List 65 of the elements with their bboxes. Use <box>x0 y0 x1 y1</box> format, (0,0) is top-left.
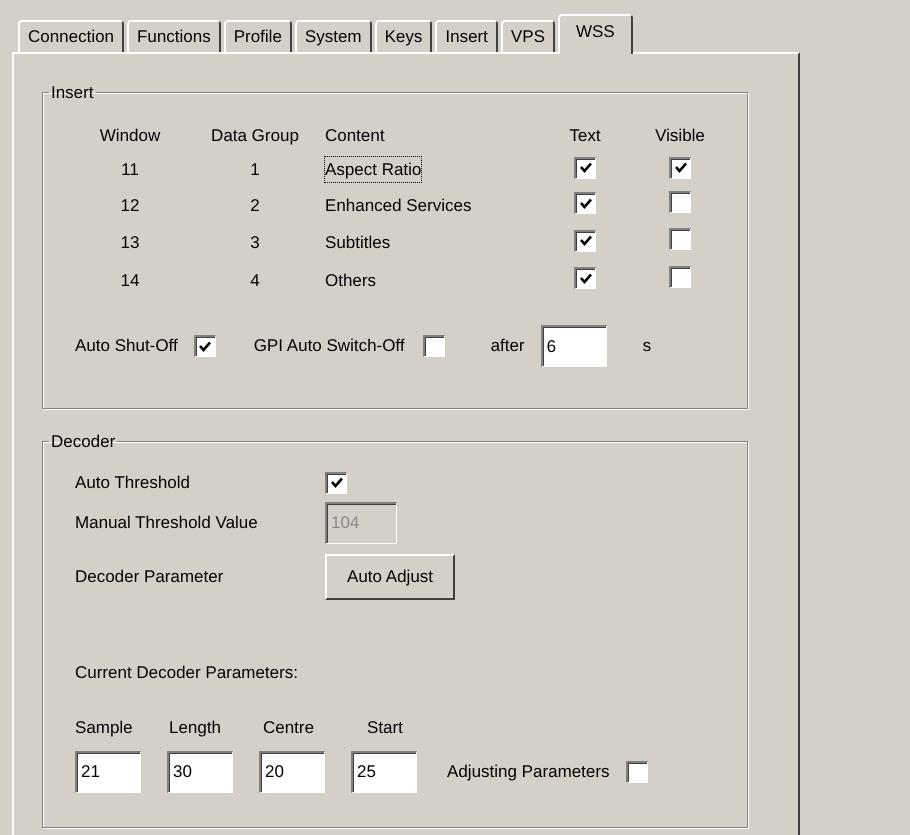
column-header: Content <box>325 125 386 147</box>
checkbox-label: Auto Threshold <box>75 472 191 494</box>
content-label: Enhanced Services <box>325 194 472 216</box>
tab[interactable]: WSS <box>558 14 633 54</box>
field-label: Manual Threshold Value <box>75 512 259 534</box>
checkbox[interactable] <box>194 335 216 357</box>
window-number: 13 <box>120 232 140 254</box>
input-field[interactable]: 20 <box>259 750 325 792</box>
input-field[interactable]: 21 <box>75 750 141 792</box>
column-header: Window <box>98 125 162 147</box>
checkbox[interactable] <box>325 472 347 494</box>
checkbox[interactable] <box>574 267 596 290</box>
check-icon <box>330 476 344 490</box>
window-number: 14 <box>120 270 140 292</box>
checkbox-label: GPI Auto Switch-Off <box>254 335 405 358</box>
tab[interactable]: Profile <box>224 20 292 52</box>
data-group-number: 4 <box>249 270 261 292</box>
field-label: Sample <box>75 717 134 739</box>
check-icon <box>578 272 592 286</box>
data-group-number: 2 <box>249 194 261 216</box>
check-icon <box>578 161 592 175</box>
content-label: Others <box>325 270 376 292</box>
column-header: Text <box>568 125 602 147</box>
checkbox[interactable] <box>626 760 648 782</box>
auto-adjust-button[interactable]: Auto Adjust <box>325 554 456 600</box>
column-header: Visible <box>654 125 706 147</box>
window-number: 11 <box>120 158 140 181</box>
checkbox[interactable] <box>669 228 691 250</box>
tab[interactable]: Insert <box>435 20 498 52</box>
data-group-number: 1 <box>249 158 261 181</box>
field-label: after <box>490 335 525 358</box>
field-label: Centre <box>263 717 316 739</box>
data-group-number: 3 <box>249 232 261 254</box>
section-label: Current Decoder Parameters: <box>75 662 298 684</box>
group-title: Insert <box>50 84 95 101</box>
check-icon <box>578 234 592 248</box>
field-label: Decoder Parameter <box>75 566 224 588</box>
check-icon <box>674 161 688 175</box>
tab[interactable]: VPS <box>500 20 555 52</box>
input-field[interactable]: 6 <box>540 325 607 367</box>
input-field[interactable]: 25 <box>351 750 417 792</box>
check-icon <box>198 340 212 354</box>
column-header: Data Group <box>210 125 300 147</box>
check-icon <box>578 196 592 211</box>
field-label: Length <box>169 717 222 739</box>
group-title: Decoder <box>50 433 116 450</box>
checkbox[interactable] <box>669 190 691 212</box>
tab[interactable]: System <box>294 20 372 52</box>
unit-label: s <box>642 335 652 358</box>
checkbox[interactable] <box>574 192 596 214</box>
field-label: Start <box>366 717 404 739</box>
tab[interactable]: Functions <box>127 20 221 52</box>
checkbox-label: Auto Shut-Off <box>75 335 178 358</box>
checkbox[interactable] <box>422 335 445 357</box>
input-field[interactable]: 30 <box>167 750 233 792</box>
content-label: Subtitles <box>325 232 390 254</box>
checkbox-label: Adjusting Parameters <box>447 760 610 783</box>
content-label: Aspect Ratio <box>325 156 422 182</box>
checkbox[interactable] <box>574 156 596 178</box>
tab[interactable]: Keys <box>374 20 432 52</box>
checkbox[interactable] <box>669 156 691 178</box>
checkbox[interactable] <box>574 230 596 252</box>
window-number: 12 <box>120 194 140 216</box>
tab[interactable]: Connection <box>18 20 124 52</box>
checkbox[interactable] <box>669 266 691 288</box>
